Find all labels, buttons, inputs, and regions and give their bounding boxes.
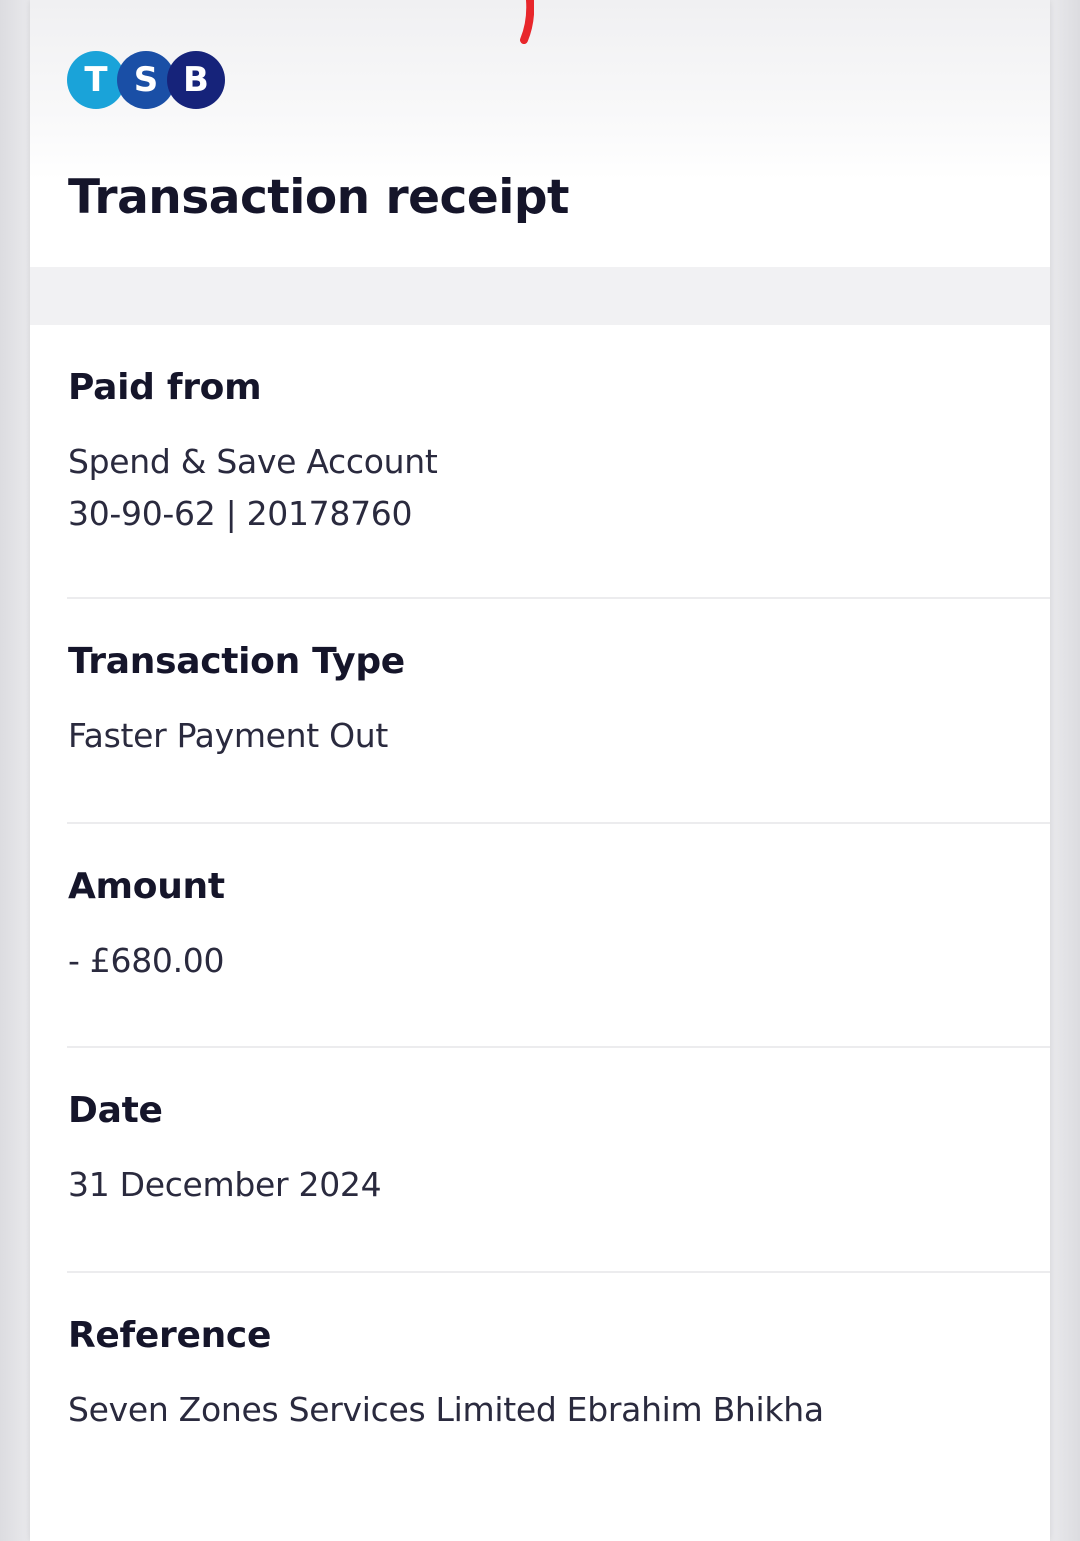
- background-left-edge: [0, 0, 30, 1541]
- amount-section: Amount - £680.00: [30, 824, 1050, 1046]
- red-pen-mark: [520, 0, 534, 44]
- logo-letter-s: S: [133, 60, 159, 100]
- date-section: Date 31 December 2024: [30, 1048, 1050, 1271]
- reference-value: Seven Zones Services Limited Ebrahim Bhi…: [68, 1390, 824, 1429]
- paid-from-account-number: 30-90-62 | 20178760: [68, 494, 413, 533]
- logo-letter-t: T: [84, 60, 108, 100]
- background-right-edge: [1050, 0, 1080, 1541]
- reference-label: Reference: [68, 1315, 272, 1356]
- amount-label: Amount: [68, 866, 225, 907]
- tsb-logo: T S B: [67, 51, 227, 111]
- transaction-type-label: Transaction Type: [68, 641, 405, 682]
- amount-value: - £680.00: [68, 941, 225, 980]
- logo-letter-b: B: [183, 60, 209, 100]
- logo-circle-b: B: [167, 51, 225, 109]
- receipt-card: T S B Transaction receipt Paid from Spen…: [30, 0, 1050, 1541]
- transaction-type-value: Faster Payment Out: [68, 716, 389, 755]
- transaction-type-section: Transaction Type Faster Payment Out: [30, 599, 1050, 822]
- date-label: Date: [68, 1090, 163, 1131]
- reference-section: Reference Seven Zones Services Limited E…: [30, 1273, 1050, 1541]
- date-value: 31 December 2024: [68, 1165, 382, 1204]
- header-separator-band: [30, 267, 1050, 325]
- page-title: Transaction receipt: [68, 170, 570, 225]
- paid-from-account-name: Spend & Save Account: [68, 442, 438, 481]
- paid-from-section: Paid from Spend & Save Account 30-90-62 …: [30, 325, 1050, 598]
- paid-from-label: Paid from: [68, 367, 262, 408]
- receipt-header: T S B Transaction receipt: [30, 0, 1050, 267]
